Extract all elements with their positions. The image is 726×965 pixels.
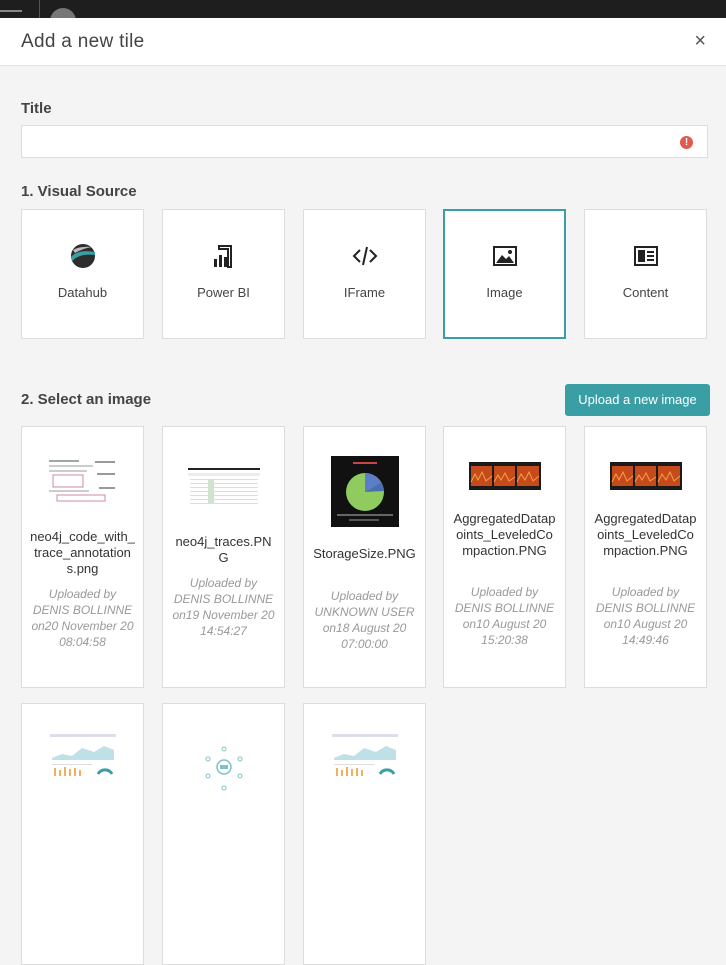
divider xyxy=(39,0,40,18)
image-file-name: StorageSize.PNG xyxy=(313,546,416,561)
image-card[interactable]: neo4j_traces.PNG Uploaded by DENIS BOLLI… xyxy=(162,426,285,688)
image-file-name: AggregatedDatapoints_LeveledCompaction.P… xyxy=(594,511,697,558)
image-thumbnail xyxy=(609,462,682,490)
visual-source-label: 1. Visual Source xyxy=(21,183,137,200)
source-label: IFrame xyxy=(343,285,386,300)
app-top-bar xyxy=(0,0,726,20)
code-icon xyxy=(352,246,377,266)
image-card[interactable]: StorageSize.PNG Uploaded by UNKNOWN USER… xyxy=(303,426,426,688)
title-label: Title xyxy=(21,100,52,117)
image-card[interactable] xyxy=(21,703,144,965)
source-datahub[interactable]: Datahub xyxy=(21,209,144,339)
source-label: Content xyxy=(622,285,669,300)
source-iframe[interactable]: IFrame xyxy=(303,209,426,339)
image-icon xyxy=(492,246,517,266)
image-thumbnail xyxy=(46,457,119,505)
image-card[interactable]: neo4j_code_with_trace_annotations.png Up… xyxy=(21,426,144,688)
image-card[interactable]: AggregatedDatapoints_LeveledCompaction.P… xyxy=(584,426,707,688)
source-powerbi[interactable]: Power BI xyxy=(162,209,285,339)
dialog-header: Add a new tile × xyxy=(0,18,726,66)
close-icon[interactable]: × xyxy=(694,30,706,53)
error-icon: ! xyxy=(680,136,693,149)
image-upload-meta: Uploaded by DENIS BOLLINNE on20 November… xyxy=(31,587,134,649)
source-label: Power BI xyxy=(197,285,250,300)
image-upload-meta: Uploaded by DENIS BOLLINNE on10 August 2… xyxy=(595,585,696,647)
source-label: Datahub xyxy=(57,285,108,300)
select-image-label: 2. Select an image xyxy=(21,391,152,408)
image-thumbnail xyxy=(331,734,398,786)
upload-image-button[interactable]: Upload a new image xyxy=(565,384,710,416)
image-file-name: AggregatedDatapoints_LeveledCompaction.P… xyxy=(453,511,556,558)
image-upload-meta: Uploaded by DENIS BOLLINNE on19 November… xyxy=(172,576,275,638)
image-file-name: neo4j_code_with_trace_annotations.png xyxy=(30,529,135,576)
title-field[interactable]: ! xyxy=(21,125,708,159)
image-thumbnail xyxy=(468,462,541,490)
image-file-name: neo4j_traces.PNG xyxy=(175,534,272,565)
image-thumbnail xyxy=(49,734,116,786)
image-thumbnail xyxy=(330,456,399,527)
image-card[interactable] xyxy=(162,703,285,965)
title-input[interactable] xyxy=(30,126,674,159)
image-upload-meta: Uploaded by DENIS BOLLINNE on10 August 2… xyxy=(454,585,555,647)
dialog-title: Add a new tile xyxy=(21,31,145,52)
article-icon xyxy=(633,246,658,266)
image-card[interactable]: AggregatedDatapoints_LeveledCompaction.P… xyxy=(443,426,566,688)
image-card[interactable] xyxy=(303,703,426,965)
source-image[interactable]: Image xyxy=(443,209,566,339)
image-thumbnail xyxy=(187,468,260,514)
source-content[interactable]: Content xyxy=(584,209,707,339)
image-upload-meta: Uploaded by UNKNOWN USER on18 August 20 … xyxy=(314,589,415,651)
source-label: Image xyxy=(486,285,523,300)
datahub-logo-icon xyxy=(70,244,95,268)
image-thumbnail xyxy=(205,746,242,791)
powerbi-icon xyxy=(213,245,232,268)
